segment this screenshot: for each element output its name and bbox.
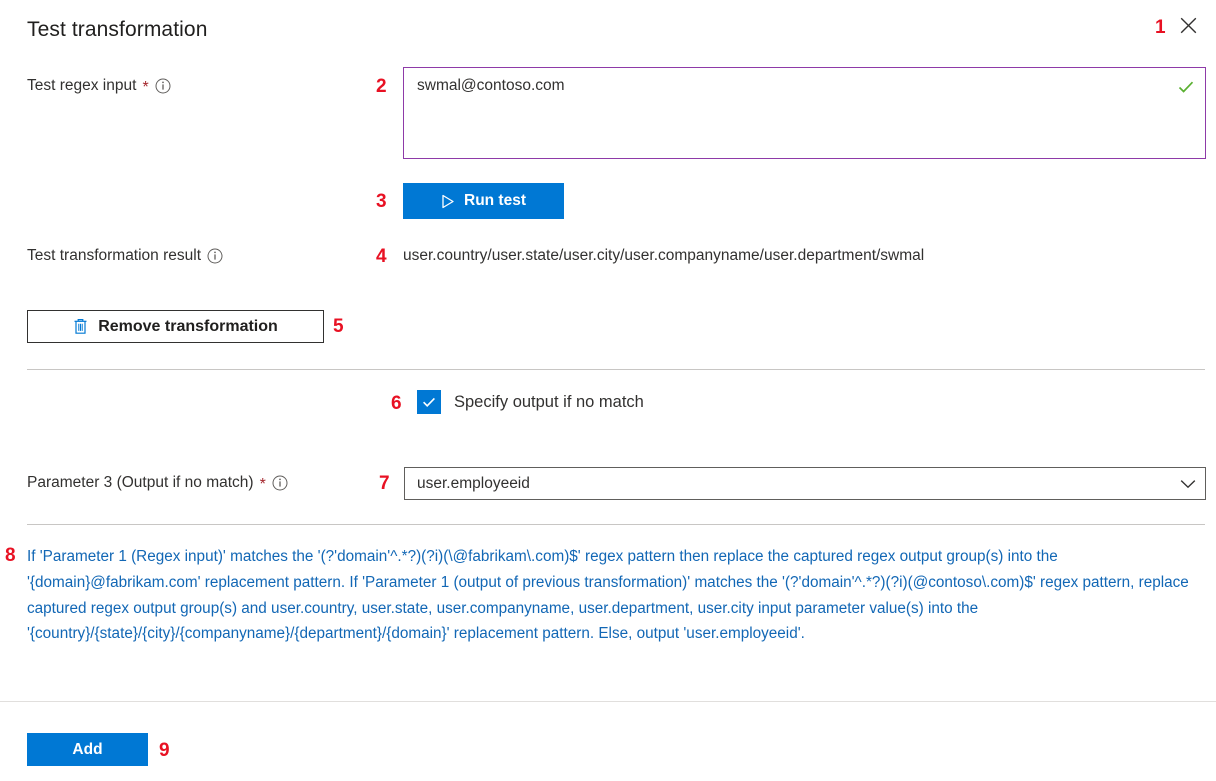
- divider: [27, 369, 1205, 370]
- close-button[interactable]: [1170, 8, 1206, 42]
- add-button-label: Add: [72, 741, 102, 759]
- marker-8: 8: [5, 546, 16, 565]
- trash-icon: [73, 318, 88, 335]
- test-regex-input-label: Test regex input *: [27, 77, 171, 95]
- test-transformation-result-value: user.country/user.state/user.city/user.c…: [403, 247, 924, 265]
- test-regex-input[interactable]: swmal@contoso.com: [403, 67, 1206, 159]
- remove-transformation-button[interactable]: Remove transformation: [27, 310, 324, 343]
- transformation-description: If 'Parameter 1 (Regex input)' matches t…: [27, 544, 1194, 647]
- test-regex-input-label-text: Test regex input: [27, 77, 136, 95]
- required-asterisk: *: [142, 80, 148, 96]
- play-icon: [441, 194, 455, 209]
- required-asterisk: *: [260, 477, 266, 493]
- test-transformation-result-label: Test transformation result: [27, 247, 223, 265]
- marker-9: 9: [159, 741, 170, 760]
- divider: [0, 701, 1216, 702]
- checkmark-icon: [1177, 78, 1195, 96]
- parameter3-label-text: Parameter 3 (Output if no match): [27, 474, 254, 492]
- parameter3-dropdown[interactable]: user.employeeid: [404, 467, 1206, 500]
- add-button[interactable]: Add: [27, 733, 148, 766]
- marker-1: 1: [1155, 18, 1166, 37]
- marker-5: 5: [333, 317, 344, 336]
- divider: [27, 524, 1205, 525]
- remove-transformation-label: Remove transformation: [98, 318, 278, 336]
- test-regex-input-value: swmal@contoso.com: [417, 77, 565, 95]
- run-test-button[interactable]: Run test: [403, 183, 564, 219]
- parameter3-selected-value: user.employeeid: [405, 475, 1171, 493]
- parameter3-label: Parameter 3 (Output if no match) *: [27, 474, 288, 492]
- marker-7: 7: [379, 474, 390, 493]
- info-icon[interactable]: [207, 248, 223, 264]
- marker-2: 2: [376, 77, 387, 96]
- info-icon[interactable]: [155, 78, 171, 94]
- close-icon: [1180, 17, 1197, 34]
- specify-output-if-no-match-row[interactable]: Specify output if no match: [417, 390, 644, 414]
- specify-output-checkbox[interactable]: [417, 390, 441, 414]
- marker-6: 6: [391, 394, 402, 413]
- chevron-down-icon[interactable]: [1171, 479, 1205, 489]
- page-title: Test transformation: [27, 18, 207, 42]
- marker-4: 4: [376, 247, 387, 266]
- info-icon[interactable]: [272, 475, 288, 491]
- marker-3: 3: [376, 192, 387, 211]
- run-test-label: Run test: [464, 192, 526, 210]
- test-transformation-result-label-text: Test transformation result: [27, 247, 201, 265]
- specify-output-checkbox-label: Specify output if no match: [454, 393, 644, 412]
